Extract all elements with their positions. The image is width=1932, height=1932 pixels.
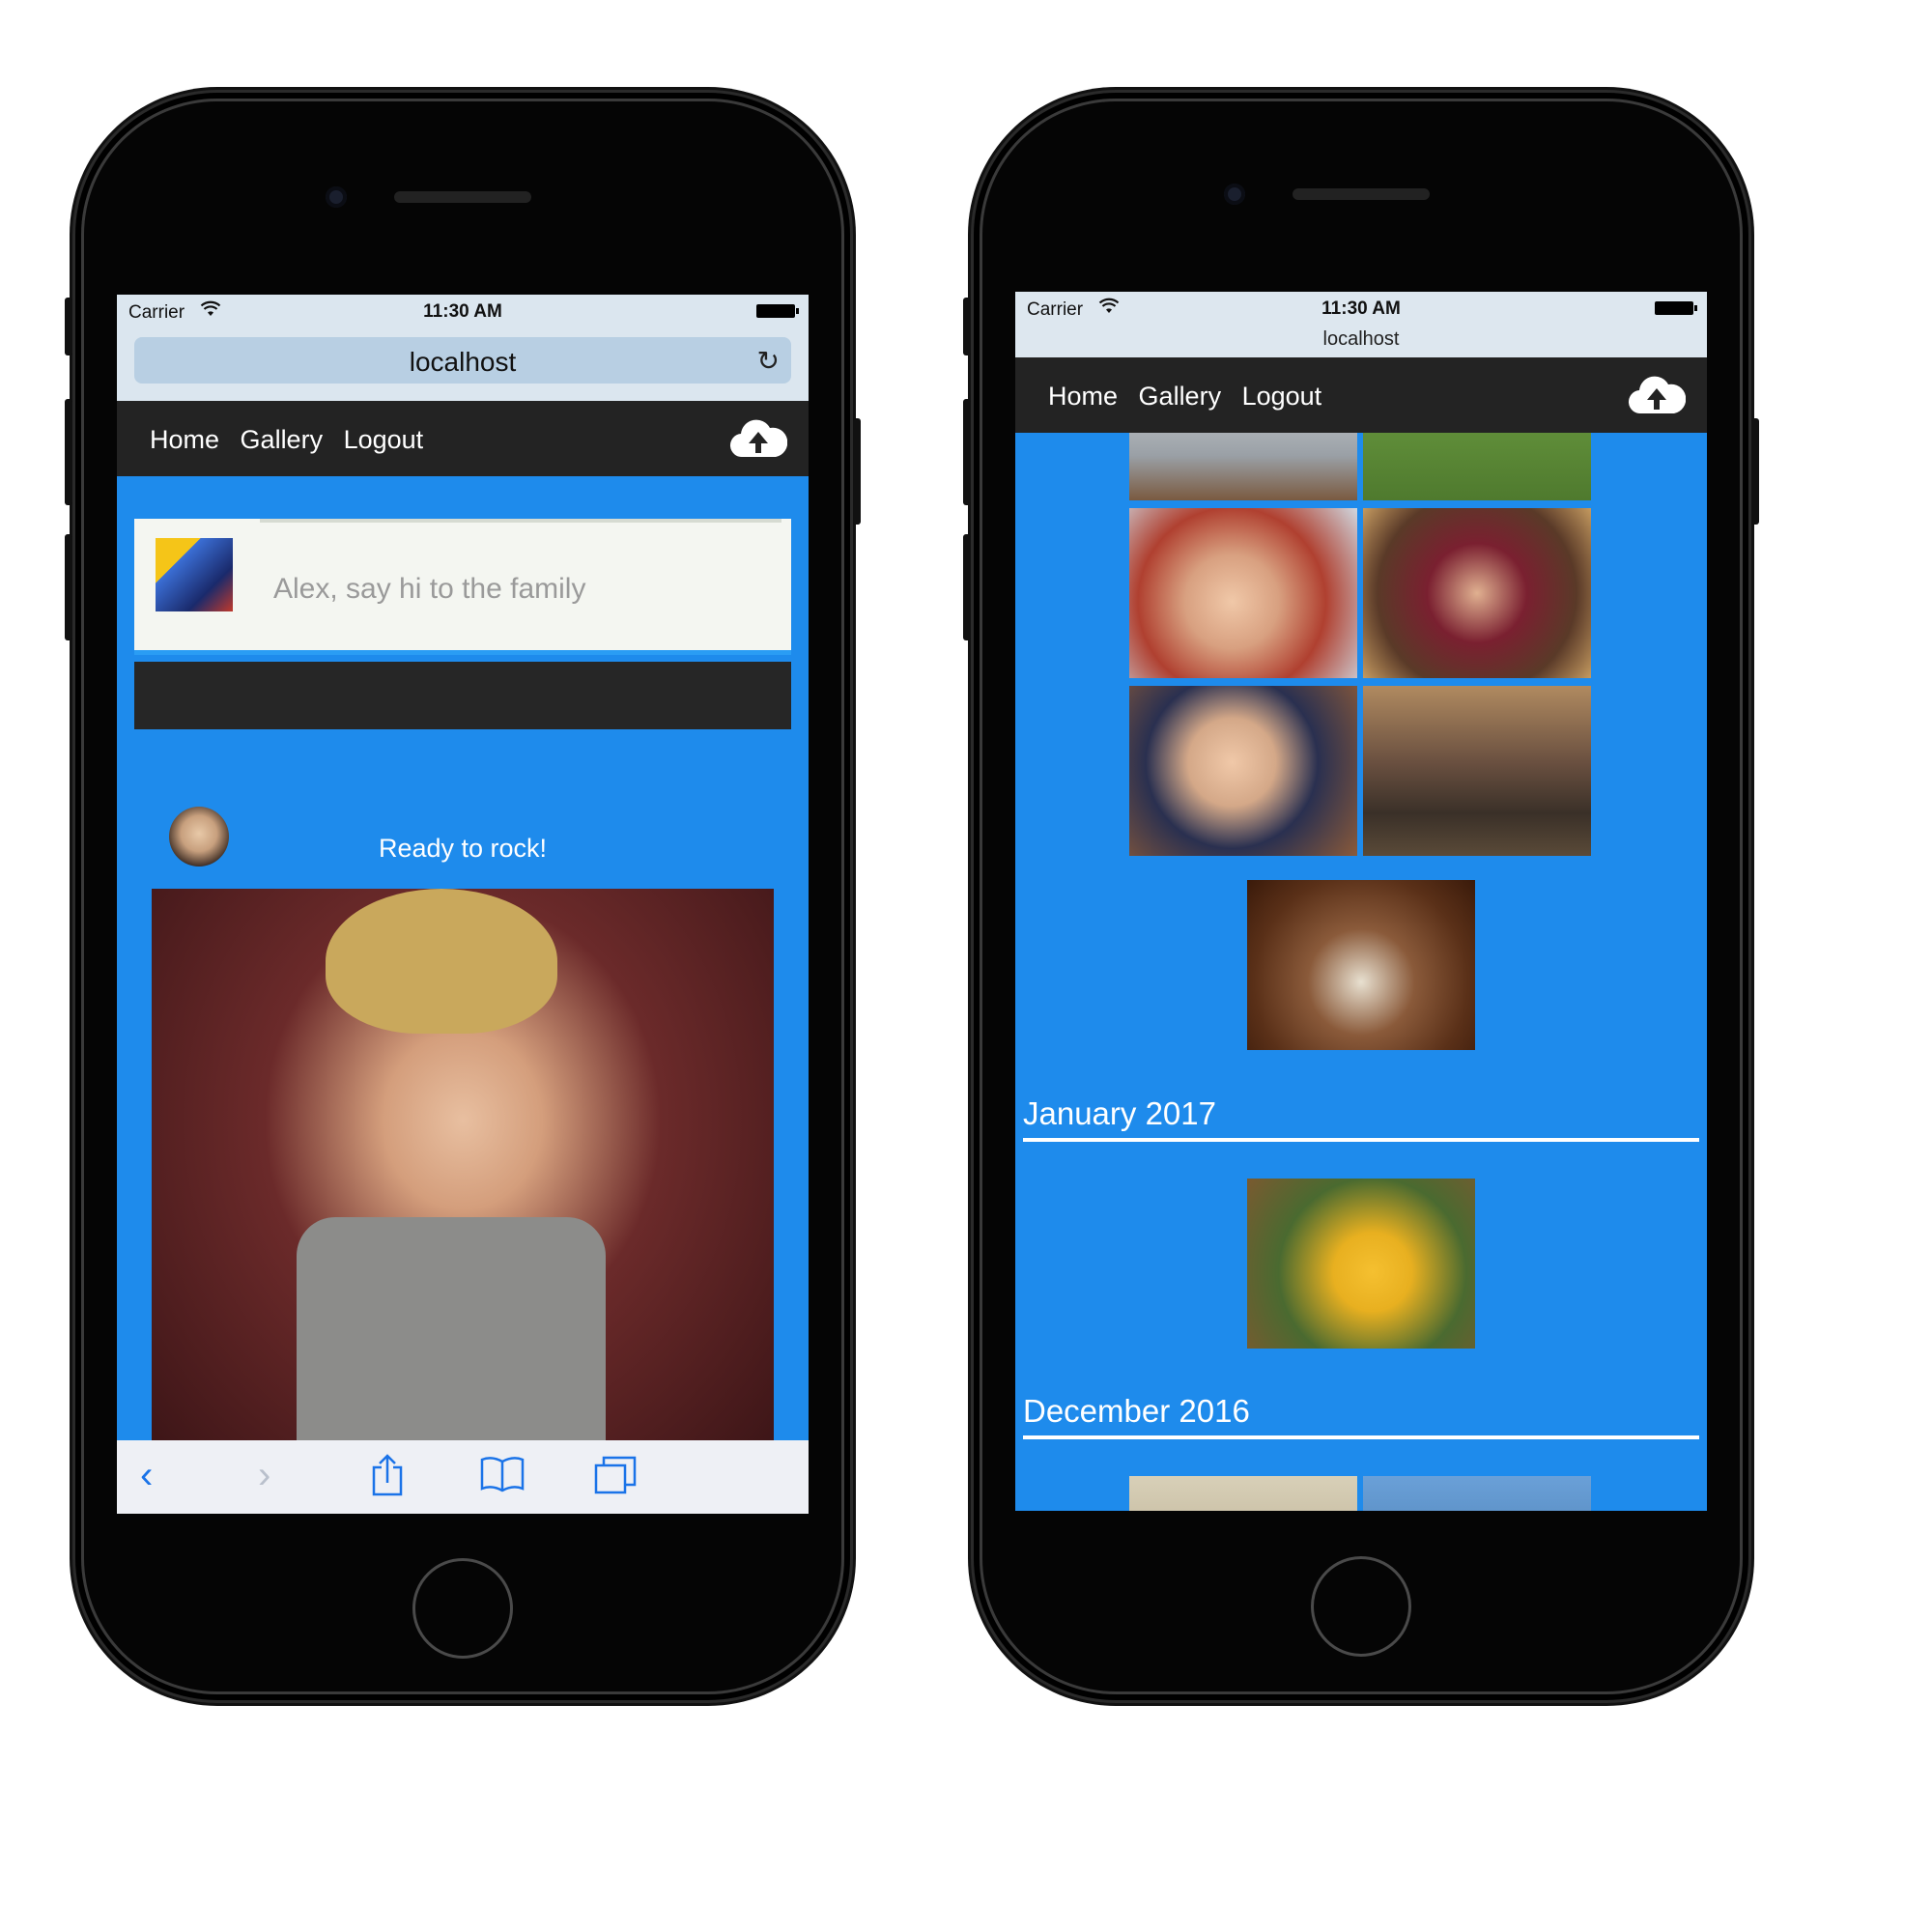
- top-nav: Home Gallery Logout: [117, 401, 809, 476]
- home-button: [1311, 1556, 1411, 1657]
- battery-icon: [1655, 301, 1697, 315]
- gallery-photo[interactable]: [1363, 686, 1591, 856]
- cloud-upload-icon[interactable]: [729, 414, 787, 459]
- volume-up-button: [963, 399, 971, 505]
- front-camera: [1224, 184, 1245, 205]
- home-button: [412, 1558, 513, 1659]
- right-phone: January 2017 December 2016 Carrier 11:30…: [963, 90, 1759, 1703]
- left-screen: Carrier 11:30 AM localhost ↻ Home Galler…: [117, 295, 809, 1514]
- volume-up-button: [65, 399, 72, 505]
- mute-switch: [65, 298, 72, 355]
- status-bar: Carrier 11:30 AM: [1015, 292, 1707, 327]
- back-arrow-icon[interactable]: ‹: [140, 1454, 153, 1497]
- power-button: [853, 418, 861, 525]
- gallery-photo[interactable]: [1363, 508, 1591, 678]
- safari-header-compact: Carrier 11:30 AM localhost: [1015, 292, 1707, 357]
- nav-gallery-link[interactable]: Gallery: [1139, 382, 1222, 411]
- post-photo: [152, 889, 774, 1468]
- forward-arrow-icon[interactable]: ›: [258, 1454, 270, 1497]
- url-host: localhost: [409, 347, 517, 377]
- month-heading: January 2017: [1023, 1095, 1699, 1142]
- power-button: [1751, 418, 1759, 525]
- gallery-photo[interactable]: [1129, 686, 1357, 856]
- post-caption: Ready to rock!: [378, 834, 548, 863]
- volume-down-button: [65, 534, 72, 640]
- gallery-photo[interactable]: [1247, 1179, 1475, 1349]
- cloud-upload-icon[interactable]: [1628, 371, 1686, 415]
- composer-divider: [260, 519, 781, 523]
- gallery-photo[interactable]: [1363, 1476, 1591, 1511]
- right-screen: January 2017 December 2016 Carrier 11:30…: [1015, 292, 1707, 1511]
- safari-toolbar: ‹ ›: [117, 1440, 809, 1514]
- reload-icon[interactable]: ↻: [757, 345, 780, 377]
- battery-icon: [756, 304, 799, 318]
- earpiece-speaker: [394, 191, 531, 203]
- front-camera: [326, 186, 347, 208]
- post-composer[interactable]: Alex, say hi to the family: [134, 519, 791, 655]
- tabs-icon[interactable]: [594, 1454, 637, 1504]
- status-bar: Carrier 11:30 AM: [117, 295, 809, 329]
- month-heading: December 2016: [1023, 1393, 1699, 1439]
- mute-switch: [963, 298, 971, 355]
- photo-detail-hair: [326, 889, 557, 1034]
- top-nav: Home Gallery Logout: [1015, 357, 1707, 433]
- bookmarks-icon[interactable]: [480, 1454, 525, 1502]
- safari-header: Carrier 11:30 AM localhost ↻: [117, 295, 809, 401]
- composer-placeholder[interactable]: Alex, say hi to the family: [273, 573, 585, 606]
- composer-action-bar[interactable]: [134, 662, 791, 729]
- clock: 11:30 AM: [423, 301, 502, 322]
- left-phone: Carrier 11:30 AM localhost ↻ Home Galler…: [65, 90, 861, 1703]
- user-avatar: [156, 538, 233, 611]
- earpiece-speaker: [1293, 188, 1430, 200]
- url-bar[interactable]: localhost ↻: [134, 337, 791, 384]
- gallery-photo[interactable]: [1247, 880, 1475, 1050]
- share-icon[interactable]: [370, 1454, 405, 1506]
- photo-detail-shirt: [297, 1217, 606, 1468]
- nav-home-link[interactable]: Home: [1048, 382, 1118, 411]
- volume-down-button: [963, 534, 971, 640]
- nav-gallery-link[interactable]: Gallery: [241, 425, 324, 454]
- gallery-photo[interactable]: [1129, 508, 1357, 678]
- nav-logout-link[interactable]: Logout: [344, 425, 424, 454]
- nav-home-link[interactable]: Home: [150, 425, 219, 454]
- clock: 11:30 AM: [1321, 298, 1401, 319]
- nav-logout-link[interactable]: Logout: [1242, 382, 1322, 411]
- gallery-photo[interactable]: [1129, 1476, 1357, 1511]
- url-host[interactable]: localhost: [1015, 328, 1707, 351]
